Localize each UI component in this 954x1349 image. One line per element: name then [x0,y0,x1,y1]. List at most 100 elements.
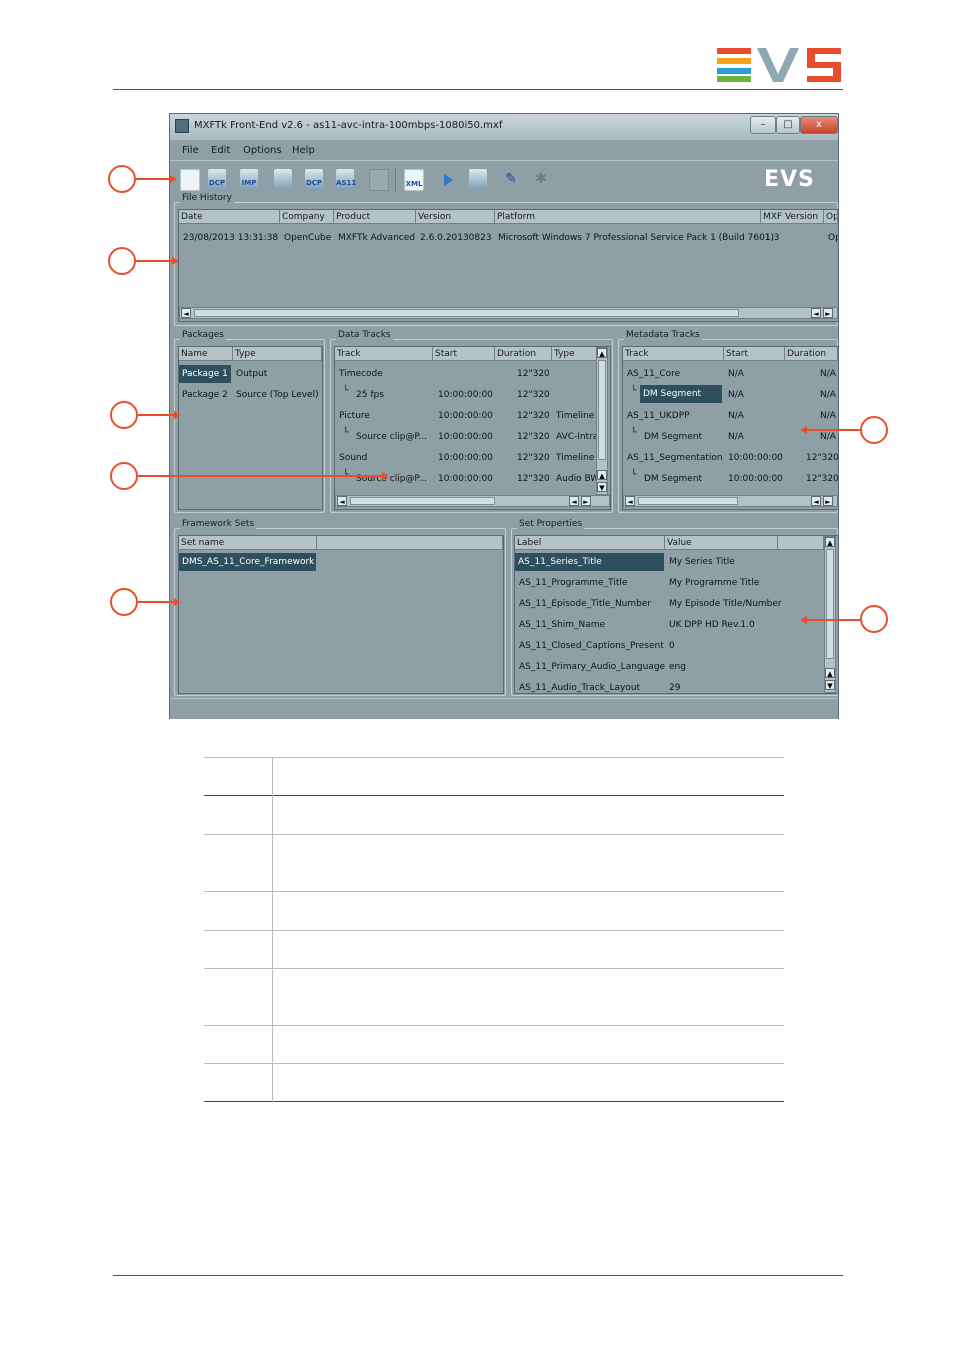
dt-row-1-track[interactable]: Timecode [339,369,383,379]
col-start[interactable]: Start [724,347,785,361]
new-file-icon[interactable] [180,169,200,191]
mt-row-3-duration: N/A [820,411,836,421]
data-tracks-vscroll[interactable]: ▲ ▲ ▼ [596,347,608,495]
dt-row-3-track[interactable]: Picture [339,411,370,421]
col-company[interactable]: Company [280,210,334,224]
scroll-up-button[interactable]: ▲ [597,348,607,358]
data-tracks-label: Data Tracks [336,330,393,340]
scroll-thumb[interactable] [350,497,495,505]
property-row-7-value: 29 [669,683,681,693]
mt-row-4-track[interactable]: DM Segment [644,432,702,442]
framework-set-row[interactable]: DMS_AS_11_Core_Framework [179,553,316,571]
scroll-thumb[interactable] [194,309,739,317]
file-history-hscroll[interactable]: ◄ ◄ ► [179,307,838,319]
package-row-2-name[interactable]: Package 2 [182,390,228,400]
package-row-1-name[interactable]: Package 1 [179,365,231,383]
scroll-left-button[interactable]: ◄ [569,496,579,506]
packages-table[interactable]: Name Type Package 1 Output Package 2 Sou… [178,346,323,510]
scroll-thumb[interactable] [638,497,738,505]
menu-edit[interactable]: Edit [211,145,230,156]
property-row-7-label[interactable]: AS_11_Audio_Track_Layout [519,683,640,693]
col-track[interactable]: Track [335,347,433,361]
col-type[interactable]: Type [552,347,598,361]
mt-row-6-track[interactable]: DM Segment [644,474,702,484]
wrench-icon[interactable]: ✎ [502,169,520,189]
scroll-down-button[interactable]: ▼ [597,482,607,492]
property-row-5-label[interactable]: AS_11_Closed_Captions_Present [519,641,664,651]
open-as11-icon[interactable]: AS11 [336,169,356,189]
legend-row [204,1063,784,1102]
property-row-4-label[interactable]: AS_11_Shim_Name [519,620,605,630]
col-track[interactable]: Track [623,347,724,361]
scroll-left-button[interactable]: ◄ [811,496,821,506]
property-row-2-label[interactable]: AS_11_Programme_Title [519,578,627,588]
col-op[interactable]: Op [824,210,838,224]
scroll-down-button[interactable]: ▼ [825,680,835,690]
scroll-left-button[interactable]: ◄ [811,308,821,318]
set-properties-table[interactable]: Label Value AS_11_Series_Title My Series… [514,535,839,694]
data-tracks-hscroll[interactable]: ◄ ◄ ► [335,495,610,507]
col-version[interactable]: Version [416,210,495,224]
mt-row-5-track[interactable]: AS_11_Segmentation [627,453,723,463]
open-dcp-icon[interactable]: DCP [305,169,323,189]
menu-help[interactable]: Help [292,145,315,156]
scroll-right-button[interactable]: ► [581,496,591,506]
file-history-table[interactable]: Date Company Product Version Platform MX… [178,209,839,322]
scroll-right-button[interactable]: ► [823,496,833,506]
settings-icon[interactable]: ✱ [532,169,550,189]
col-label[interactable]: Label [515,536,665,550]
minimize-button[interactable]: – [750,116,776,134]
col-start[interactable]: Start [433,347,495,361]
property-row-1-label[interactable]: AS_11_Series_Title [515,553,664,571]
maximize-button[interactable]: □ [776,116,800,134]
col-mxf-version[interactable]: MXF Version [761,210,824,224]
scroll-up-button[interactable]: ▲ [825,668,835,678]
col-type[interactable]: Type [233,347,322,361]
mt-row-2-track[interactable]: DM Segment [640,385,722,403]
metadata-tracks-hscroll[interactable]: ◄ ◄ ► [623,495,838,507]
scroll-left-button[interactable]: ◄ [625,496,635,506]
col-platform[interactable]: Platform [495,210,761,224]
col-duration[interactable]: Duration [495,347,552,361]
dt-row-5-track[interactable]: Sound [339,453,367,463]
col-duration[interactable]: Duration [785,347,838,361]
legend-row [204,891,784,930]
col-product[interactable]: Product [334,210,416,224]
property-row-3-label[interactable]: AS_11_Episode_Title_Number [519,599,651,609]
mt-row-3-track[interactable]: AS_11_UKDPP [627,411,690,421]
imp-icon[interactable]: IMP [240,169,258,189]
scroll-left-button[interactable]: ◄ [337,496,347,506]
scroll-up-button[interactable]: ▲ [825,537,835,547]
package-row-2-type: Source (Top Level) [236,390,319,400]
export-icon[interactable] [469,169,487,189]
scroll-thumb[interactable] [826,549,834,659]
dcp-icon[interactable]: DCP [208,169,226,189]
save-icon[interactable] [369,169,389,191]
col-value[interactable]: Value [665,536,778,550]
scroll-up-button[interactable]: ▲ [597,470,607,480]
col-extra[interactable] [778,536,824,550]
col-set-name[interactable]: Set name [179,536,317,550]
col-date[interactable]: Date [179,210,280,224]
set-properties-vscroll[interactable]: ▲ ▲ ▼ [824,536,836,693]
close-button[interactable]: x [800,116,838,134]
fh-platform: Microsoft Windows 7 Professional Service… [498,233,775,243]
col-name[interactable]: Name [179,347,233,361]
property-row-6-label[interactable]: AS_11_Primary_Audio_Language [519,662,665,672]
menu-file[interactable]: File [182,145,199,156]
mt-row-1-track[interactable]: AS_11_Core [627,369,680,379]
data-tracks-table[interactable]: Track Start Duration Type Timecode 12"32… [334,346,611,510]
scroll-right-button[interactable]: ► [823,308,833,318]
framework-sets-table[interactable]: Set name DMS_AS_11_Core_Framework [178,535,504,694]
open-folder-icon[interactable] [274,169,292,189]
scroll-left-button[interactable]: ◄ [181,308,191,318]
dt-row-4-track[interactable]: Source clip@P... [356,432,427,442]
menu-options[interactable]: Options [243,145,282,156]
callout-marker [860,416,888,444]
col-empty[interactable] [317,536,503,550]
scroll-thumb[interactable] [598,360,606,460]
xml-icon[interactable]: XML [404,169,424,191]
play-icon[interactable] [444,174,453,186]
menu-bar: File Edit Options Help [170,142,838,160]
dt-row-2-track[interactable]: 25 fps [356,390,384,400]
